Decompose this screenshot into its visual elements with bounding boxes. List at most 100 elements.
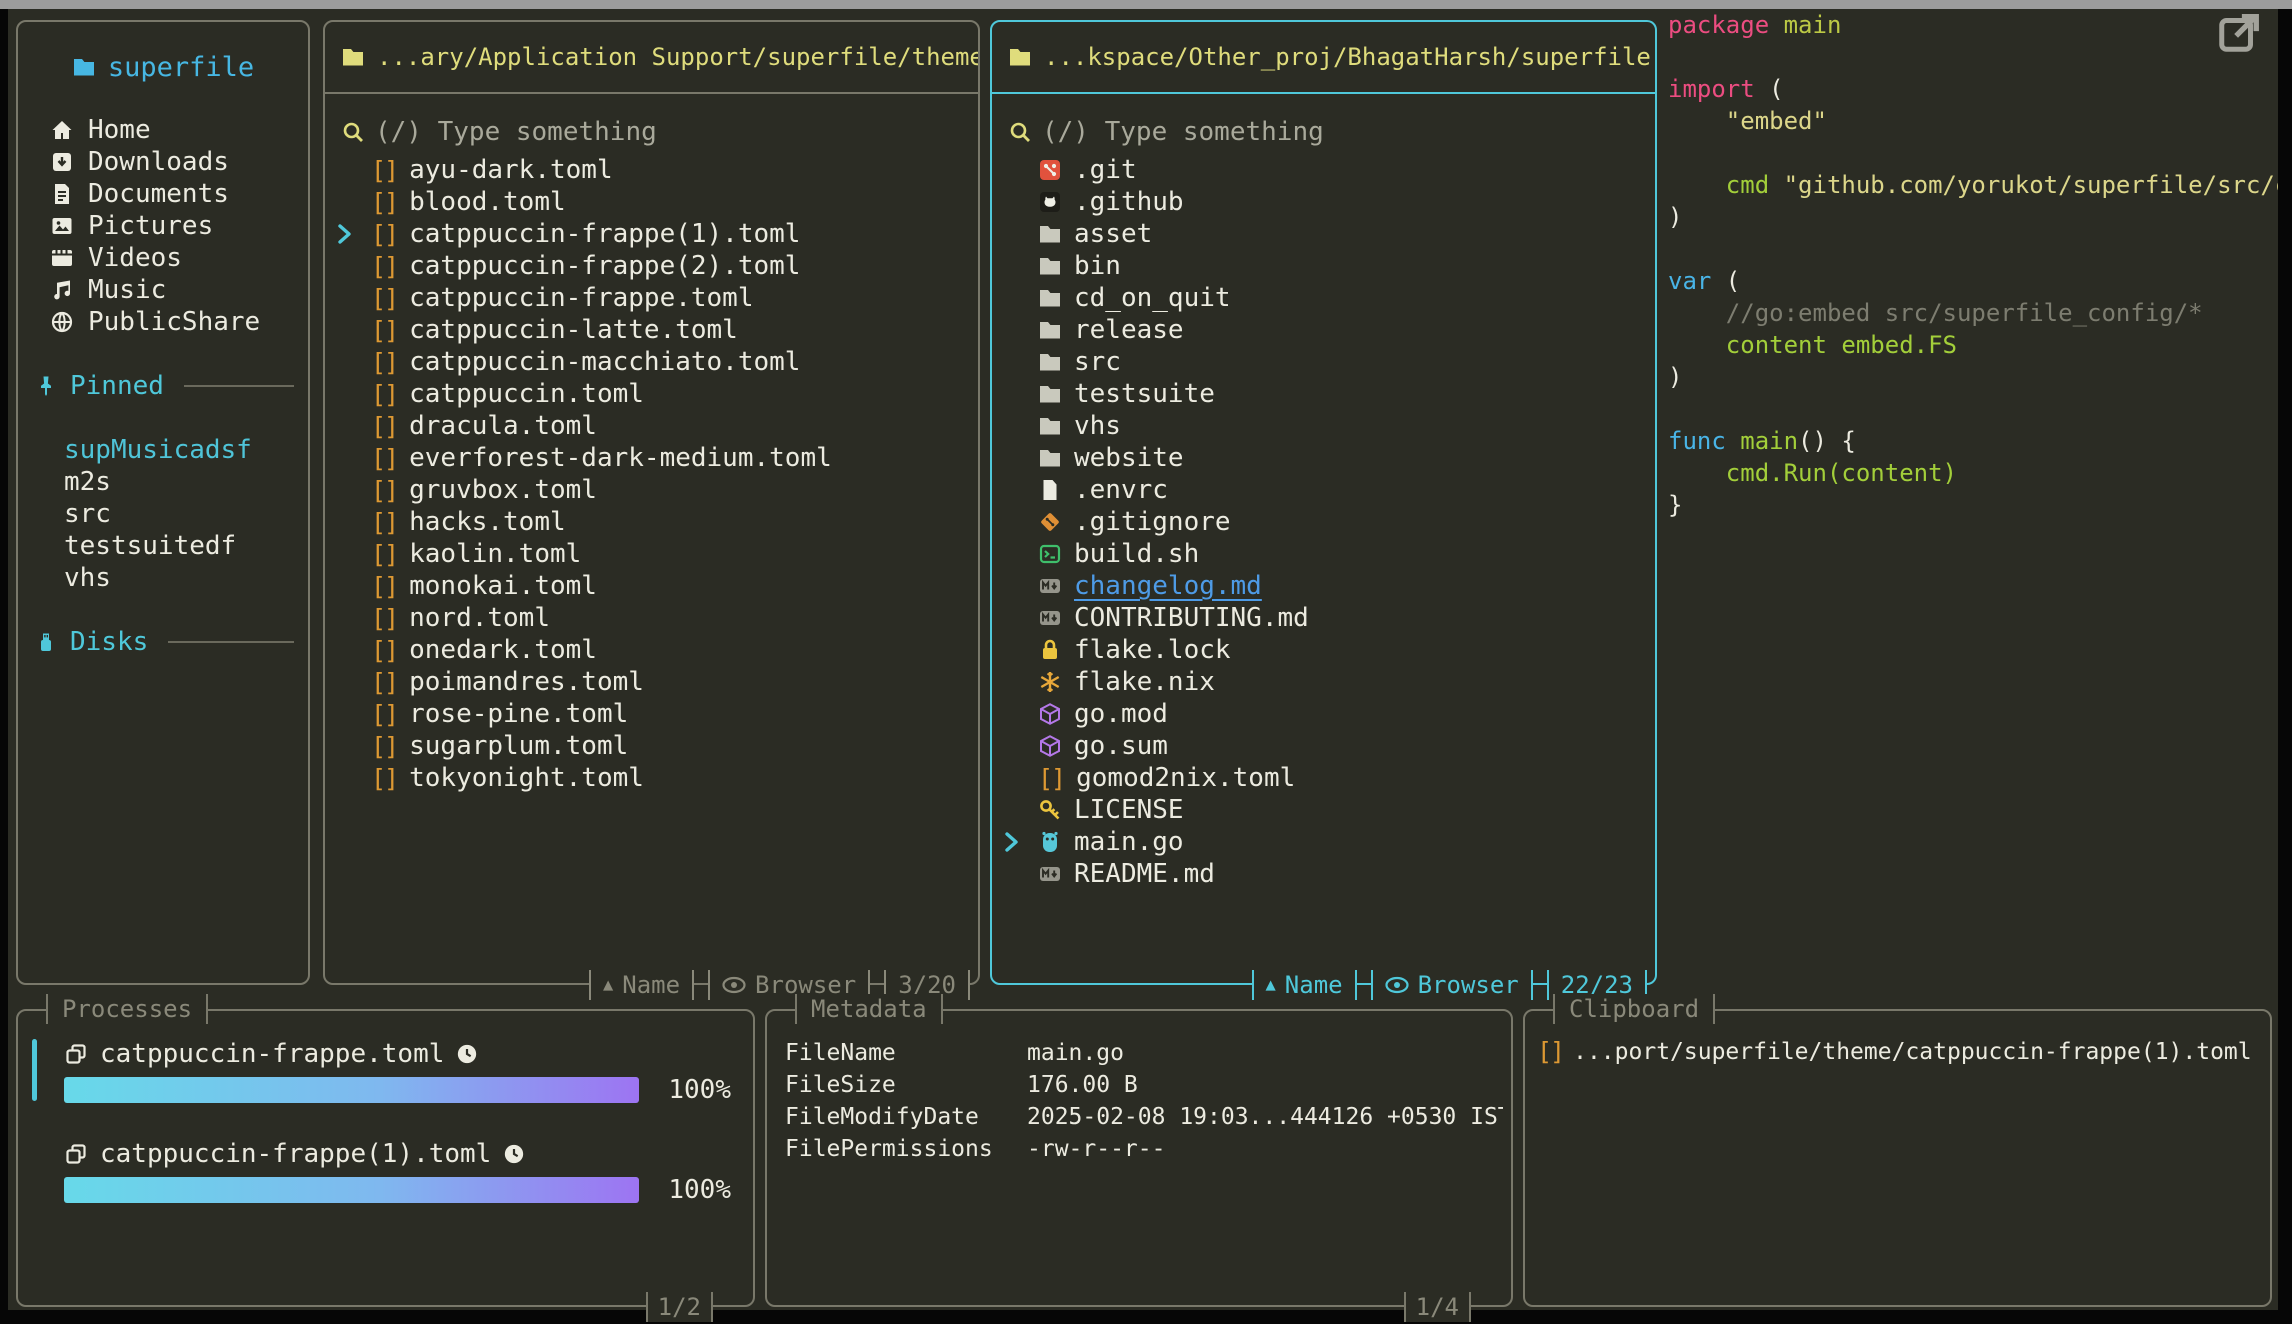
file-row-main.go[interactable]: main.go	[992, 826, 1655, 858]
file-row-catppuccin-frappe.toml[interactable]: []catppuccin-frappe.toml	[325, 282, 978, 314]
process-list: catppuccin-frappe.toml100% catppuccin-fra…	[18, 1037, 753, 1205]
sidebar-item-videos[interactable]: Videos	[18, 242, 308, 274]
file-row-.envrc[interactable]: .envrc	[992, 474, 1655, 506]
metadata-panel: Metadata FileNamemain.goFileSize176.00 B…	[765, 1009, 1513, 1307]
file-row-everforest-dark-medium.toml[interactable]: []everforest-dark-medium.toml	[325, 442, 978, 474]
eye-icon	[722, 976, 746, 994]
file-row-blood.toml[interactable]: []blood.toml	[325, 186, 978, 218]
file-row-catppuccin-latte.toml[interactable]: []catppuccin-latte.toml	[325, 314, 978, 346]
file-row-kaolin.toml[interactable]: []kaolin.toml	[325, 538, 978, 570]
file-row-monokai.toml[interactable]: []monokai.toml	[325, 570, 978, 602]
toml-icon: []	[371, 508, 397, 537]
file-row-cd_on_quit[interactable]: cd_on_quit	[992, 282, 1655, 314]
file-row-dracula.toml[interactable]: []dracula.toml	[325, 410, 978, 442]
diamond-icon	[1038, 510, 1062, 534]
process-name-row: catppuccin-frappe(1).toml	[64, 1137, 731, 1171]
file-row-nord.toml[interactable]: []nord.toml	[325, 602, 978, 634]
file-row-tokyonight.toml[interactable]: []tokyonight.toml	[325, 762, 978, 794]
file-name: tokyonight.toml	[409, 763, 644, 793]
toml-icon: []	[371, 156, 397, 185]
file-row-poimandres.toml[interactable]: []poimandres.toml	[325, 666, 978, 698]
file-row-build.sh[interactable]: build.sh	[992, 538, 1655, 570]
sidebar-item-pictures[interactable]: Pictures	[18, 210, 308, 242]
panel2-search-placeholder: (/) Type something	[1042, 117, 1324, 147]
sidebar-item-downloads[interactable]: Downloads	[18, 146, 308, 178]
sort-asc-icon: ▲	[603, 975, 613, 995]
file-name: bin	[1074, 251, 1121, 281]
toml-icon: []	[371, 284, 397, 313]
file-row-src[interactable]: src	[992, 346, 1655, 378]
file-name: flake.lock	[1074, 635, 1231, 665]
file-row-hacks.toml[interactable]: [] hacks.toml	[325, 506, 978, 538]
panel2-mode-chip: Browser	[1371, 970, 1533, 1000]
process-item[interactable]: catppuccin-frappe(1).toml100%	[48, 1137, 731, 1205]
metadata-label: FileName	[785, 1040, 1027, 1066]
file-row-gruvbox.toml[interactable]: []gruvbox.toml	[325, 474, 978, 506]
file-name: gomod2nix.toml	[1076, 763, 1295, 793]
sidebar-item-music[interactable]: Music	[18, 274, 308, 306]
panel1-sort-chip: ▲ Name	[589, 970, 694, 1000]
pinned-item-src[interactable]: src	[18, 498, 308, 530]
file-row-vhs[interactable]: vhs	[992, 410, 1655, 442]
pinned-item-m2s[interactable]: m2s	[18, 466, 308, 498]
panel1-sort-label: Name	[622, 971, 680, 999]
file-row-testsuite[interactable]: testsuite	[992, 378, 1655, 410]
file-row-.git[interactable]: .git	[992, 154, 1655, 186]
pinned-item-supmusicadsf[interactable]: supMusicadsf	[18, 434, 308, 466]
copy-icon	[64, 1042, 88, 1066]
panel2-path-bar: ...kspace/Other_proj/BhagatHarsh/superfi…	[992, 22, 1655, 94]
toml-icon: []	[371, 668, 397, 697]
file-row-catppuccin.toml[interactable]: []catppuccin.toml	[325, 378, 978, 410]
panel2-search-input[interactable]: (/) Type something	[992, 94, 1655, 148]
external-link-icon[interactable]	[2216, 10, 2262, 56]
file-icon	[1038, 478, 1062, 502]
file-row-onedark.toml[interactable]: []onedark.toml	[325, 634, 978, 666]
file-name: onedark.toml	[409, 635, 597, 665]
file-row-bin[interactable]: bin	[992, 250, 1655, 282]
file-row-README.md[interactable]: README.md	[992, 858, 1655, 890]
panel1-search-input[interactable]: (/) Type something	[325, 94, 978, 148]
file-row-release[interactable]: release	[992, 314, 1655, 346]
file-row-sugarplum.toml[interactable]: []sugarplum.toml	[325, 730, 978, 762]
git-icon	[1038, 158, 1062, 182]
file-row-flake.lock[interactable]: flake.lock	[992, 634, 1655, 666]
file-row-asset[interactable]: asset	[992, 218, 1655, 250]
file-row-.github[interactable]: .github	[992, 186, 1655, 218]
file-row-changelog.md[interactable]: changelog.md	[992, 570, 1655, 602]
code-line: content embed.FS	[1668, 329, 2278, 361]
file-name: go.sum	[1074, 731, 1168, 761]
file-name: catppuccin-macchiato.toml	[409, 347, 800, 377]
metadata-title: Metadata	[795, 994, 943, 1024]
file-name: hacks.toml	[409, 507, 566, 537]
toml-icon: []	[371, 476, 397, 505]
file-row-website[interactable]: website	[992, 442, 1655, 474]
pinned-item-vhs[interactable]: vhs	[18, 562, 308, 594]
divider	[168, 641, 294, 643]
sidebar-item-home[interactable]: Home	[18, 114, 308, 146]
metadata-row: FilePermissions-rw-r--r--	[767, 1133, 1511, 1165]
sidebar-item-label: PublicShare	[88, 307, 260, 337]
file-row-catppuccin-frappe(1).toml[interactable]: []catppuccin-frappe(1).toml	[325, 218, 978, 250]
file-row-ayu-dark.toml[interactable]: []ayu-dark.toml	[325, 154, 978, 186]
file-name: CONTRIBUTING.md	[1074, 603, 1309, 633]
sidebar-item-publicshare[interactable]: PublicShare	[18, 306, 308, 338]
file-name: catppuccin-frappe(1).toml	[409, 219, 800, 249]
sidebar-item-documents[interactable]: Documents	[18, 178, 308, 210]
file-row-flake.nix[interactable]: flake.nix	[992, 666, 1655, 698]
code-line: cmd.Run(content)	[1668, 457, 2278, 489]
file-preview-code: package main import ( "embed" cmd "githu…	[1668, 9, 2278, 994]
file-row-.gitignore[interactable]: .gitignore	[992, 506, 1655, 538]
file-row-go.mod[interactable]: go.mod	[992, 698, 1655, 730]
file-row-catppuccin-frappe(2).toml[interactable]: []catppuccin-frappe(2).toml	[325, 250, 978, 282]
md-icon	[1038, 574, 1062, 598]
file-row-CONTRIBUTING.md[interactable]: CONTRIBUTING.md	[992, 602, 1655, 634]
file-row-gomod2nix.toml[interactable]: []gomod2nix.toml	[992, 762, 1655, 794]
file-row-LICENSE[interactable]: LICENSE	[992, 794, 1655, 826]
pinned-item-testsuitedf[interactable]: testsuitedf	[18, 530, 308, 562]
file-row-go.sum[interactable]: go.sum	[992, 730, 1655, 762]
cursor-chevron-icon	[1004, 830, 1020, 854]
file-row-rose-pine.toml[interactable]: []rose-pine.toml	[325, 698, 978, 730]
file-row-catppuccin-macchiato.toml[interactable]: []catppuccin-macchiato.toml	[325, 346, 978, 378]
metadata-row: FileSize176.00 B	[767, 1069, 1511, 1101]
process-item[interactable]: catppuccin-frappe.toml100%	[48, 1037, 731, 1105]
